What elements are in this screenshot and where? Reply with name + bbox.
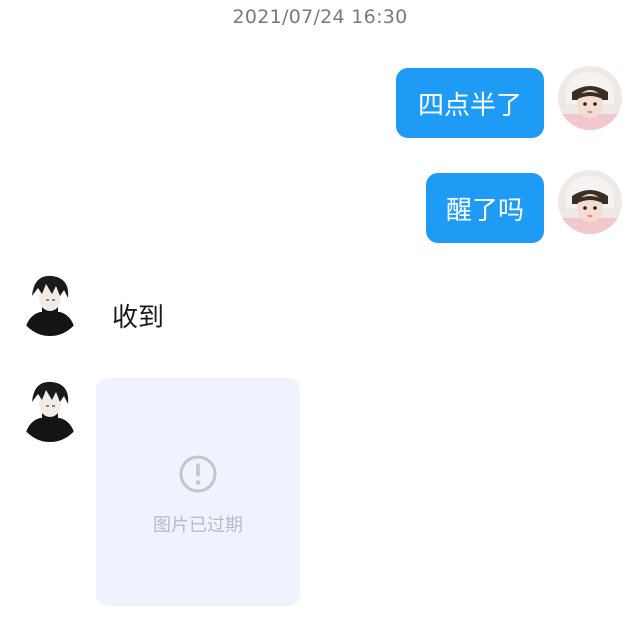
girl-avatar-icon[interactable] <box>558 170 622 234</box>
outgoing-message-bubble[interactable]: 四点半了 <box>396 68 544 138</box>
exclamation-circle-icon <box>178 454 218 498</box>
chat-window: 2021/07/24 16:30 四点半了 醒了吗 收到 图片已过期 <box>0 0 640 623</box>
incoming-message-text[interactable]: 收到 <box>112 297 164 334</box>
message-timestamp: 2021/07/24 16:30 <box>232 6 408 28</box>
outgoing-message-bubble[interactable]: 醒了吗 <box>426 173 544 243</box>
anime-boy-avatar-icon[interactable] <box>18 378 82 442</box>
expired-image-card[interactable]: 图片已过期 <box>96 378 300 606</box>
message-text: 四点半了 <box>417 90 522 121</box>
anime-boy-avatar-icon[interactable] <box>18 272 82 336</box>
girl-avatar-icon[interactable] <box>558 66 622 130</box>
expired-image-label: 图片已过期 <box>153 515 243 536</box>
message-text: 醒了吗 <box>445 195 524 226</box>
